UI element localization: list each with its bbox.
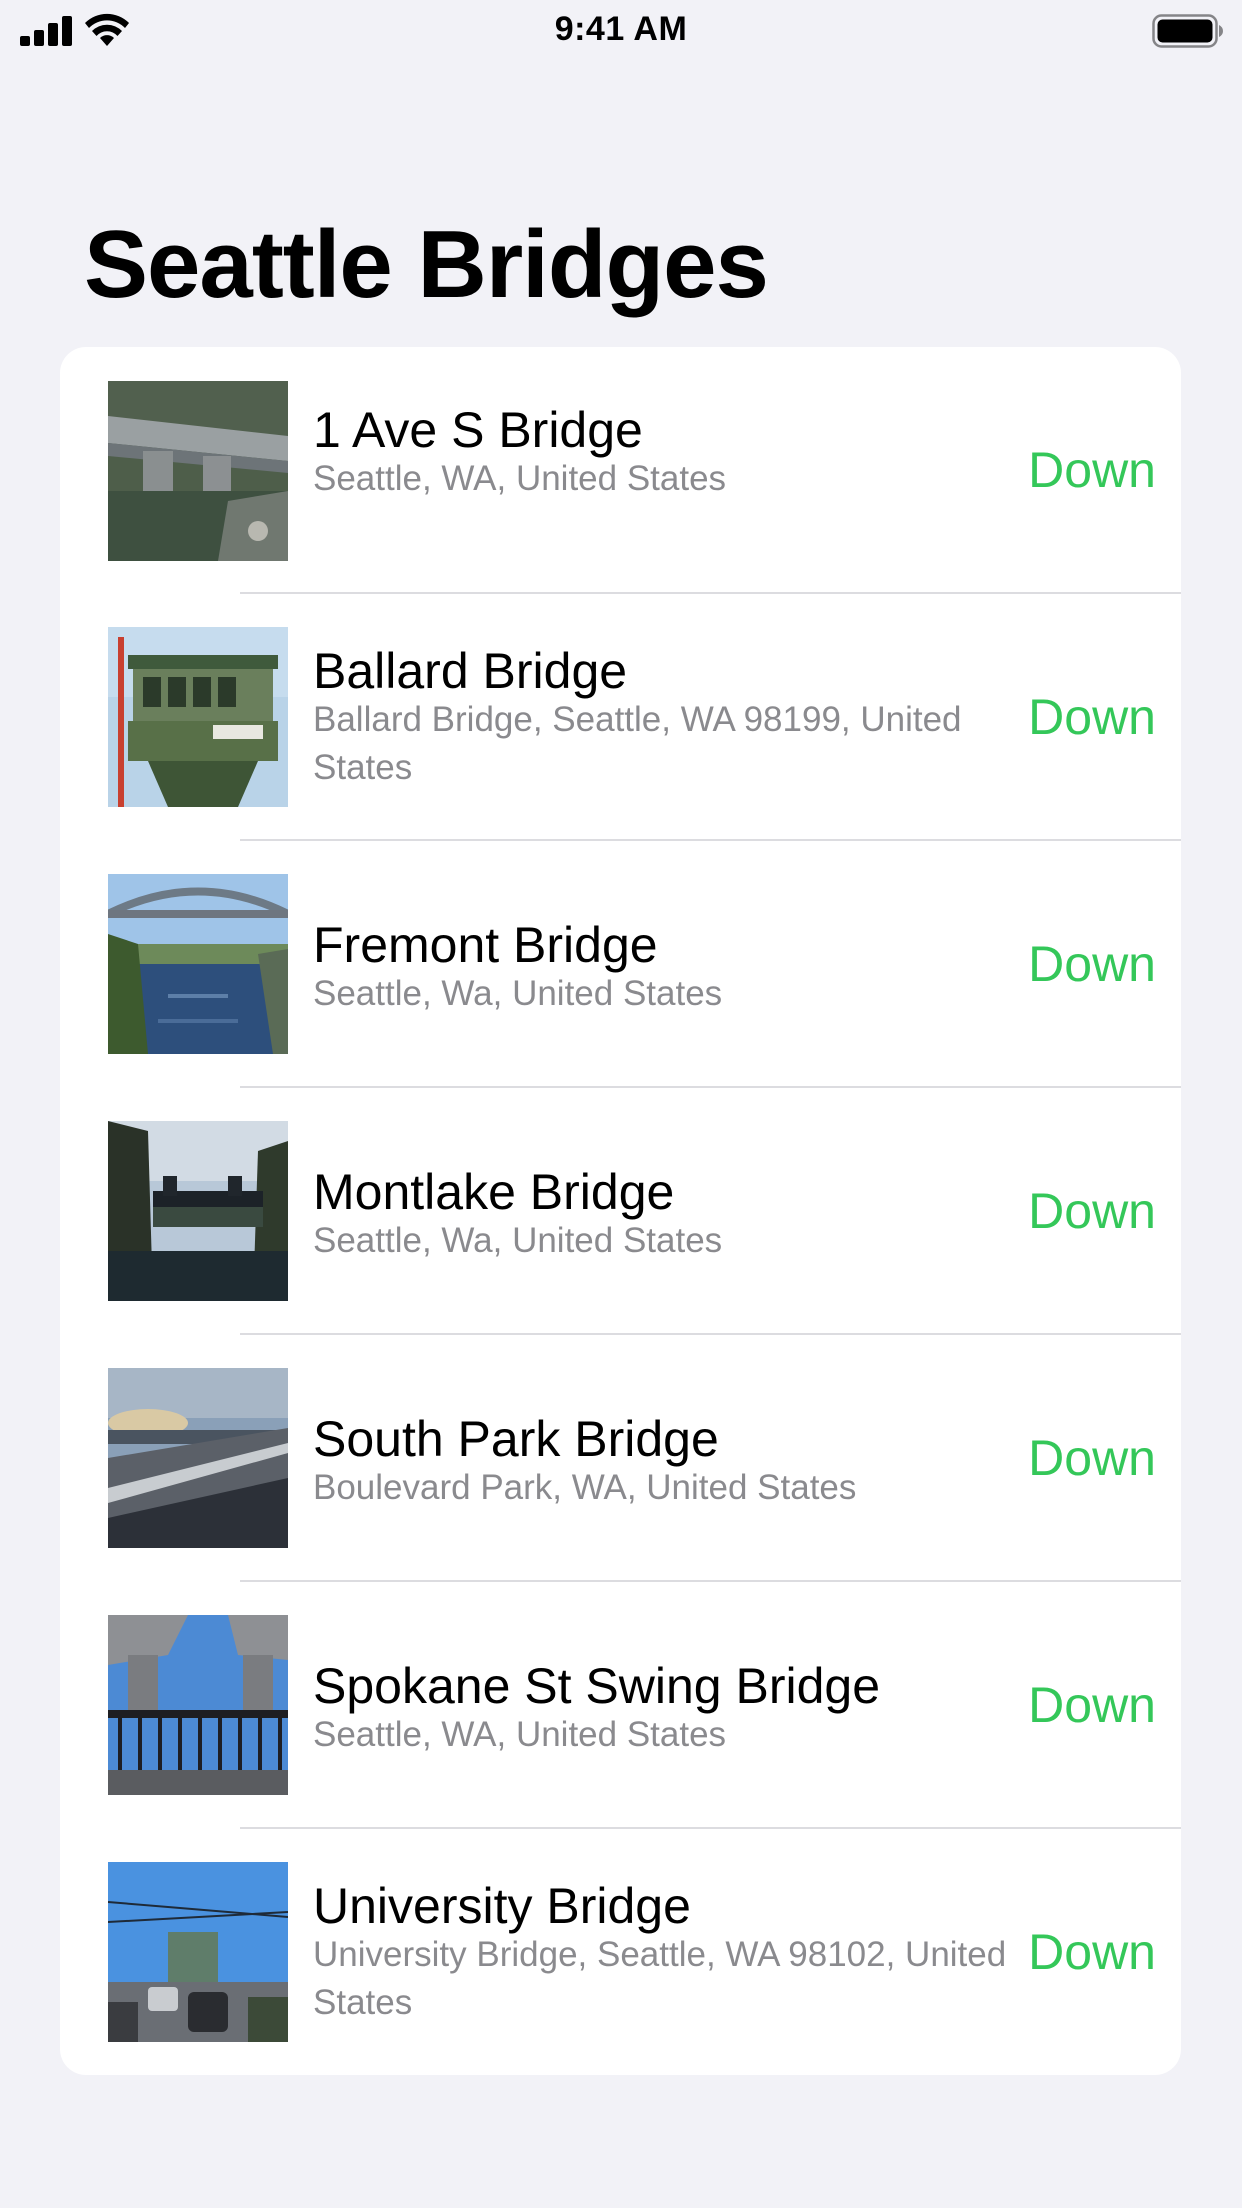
underpass-railing-photo bbox=[108, 1615, 288, 1795]
bridge-row-spokane[interactable]: Spokane St Swing Bridge Seattle, WA, Uni… bbox=[60, 1582, 1181, 1829]
bridge-name: Ballard Bridge bbox=[313, 643, 628, 699]
bridge-name: University Bridge bbox=[313, 1878, 691, 1934]
bridge-status: Down bbox=[1028, 689, 1156, 745]
bridge-row-south-park[interactable]: South Park Bridge Boulevard Park, WA, Un… bbox=[60, 1335, 1181, 1582]
bridge-name: 1 Ave S Bridge bbox=[313, 402, 643, 458]
bridge-address: Seattle, WA, United States bbox=[313, 459, 727, 498]
bridge-deck-sunset-photo bbox=[108, 1368, 288, 1548]
bridge-address: Seattle, Wa, United States bbox=[313, 1221, 723, 1260]
battery-full-icon bbox=[1152, 14, 1224, 48]
bridge-row-fremont[interactable]: Fremont Bridge Seattle, Wa, United State… bbox=[60, 841, 1181, 1088]
bridge-address: Seattle, Wa, United States bbox=[313, 974, 723, 1013]
bridge-name: Spokane St Swing Bridge bbox=[313, 1658, 881, 1714]
bridge-status: Down bbox=[1028, 1183, 1156, 1239]
bridge-list[interactable]: 1 Ave S Bridge Seattle, WA, United State… bbox=[60, 347, 1181, 2075]
bridge-name: Fremont Bridge bbox=[313, 917, 658, 973]
bridge-name: South Park Bridge bbox=[313, 1411, 719, 1467]
bridge-status: Down bbox=[1028, 936, 1156, 992]
traffic-bridge-photo bbox=[108, 1862, 288, 2042]
bridge-row-montlake[interactable]: Montlake Bridge Seattle, Wa, United Stat… bbox=[60, 1088, 1181, 1335]
bridge-tower-photo bbox=[108, 627, 288, 807]
bridge-status: Down bbox=[1028, 442, 1156, 498]
bridge-row-ballard[interactable]: Ballard Bridge Ballard Bridge, Seattle, … bbox=[60, 594, 1181, 841]
bridge-name: Montlake Bridge bbox=[313, 1164, 675, 1220]
bridge-status: Down bbox=[1028, 1430, 1156, 1486]
aerial-bridge-photo bbox=[108, 381, 288, 561]
bridge-status: Down bbox=[1028, 1924, 1156, 1980]
bridge-row-university[interactable]: University Bridge University Bridge, Sea… bbox=[60, 1829, 1181, 2075]
bridge-silhouette-photo bbox=[108, 1121, 288, 1301]
arch-bridge-river-photo bbox=[108, 874, 288, 1054]
status-bar: 9:41 AM bbox=[0, 0, 1242, 62]
bridge-address: Seattle, WA, United States bbox=[313, 1715, 727, 1754]
bridge-address: University Bridge, Seattle, WA 98102, Un… bbox=[313, 1935, 1007, 2022]
bridge-status: Down bbox=[1028, 1677, 1156, 1733]
page-title: Seattle Bridges bbox=[84, 211, 769, 318]
bridge-address: Ballard Bridge, Seattle, WA 98199, Unite… bbox=[313, 700, 962, 787]
status-time: 9:41 AM bbox=[554, 10, 688, 48]
bridge-address: Boulevard Park, WA, United States bbox=[313, 1468, 857, 1507]
bridge-row-1-ave-s[interactable]: 1 Ave S Bridge Seattle, WA, United State… bbox=[60, 347, 1181, 594]
